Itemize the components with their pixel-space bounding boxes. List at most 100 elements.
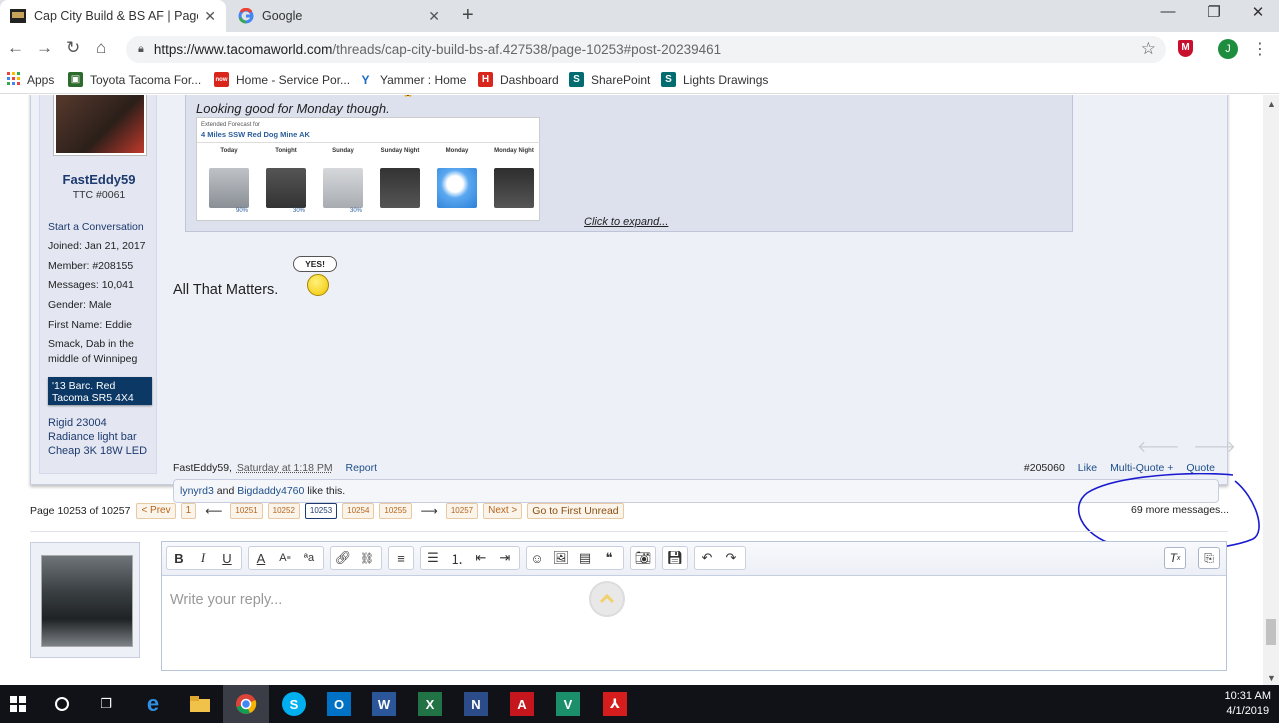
mcafee-extension-icon[interactable]: M [1178,40,1193,57]
excel-icon[interactable]: X [418,692,442,716]
navisworks-icon[interactable]: N [464,692,488,716]
windows-start-icon[interactable] [6,692,30,716]
bookmark-sharepoint[interactable]: S SharePoint [569,72,650,87]
bookmark-yammer[interactable]: Y Yammer : Home [358,72,466,87]
avatar[interactable] [54,95,146,155]
acrobat-icon[interactable]: ⅄ [603,692,627,716]
smiley-icon[interactable]: ☺ [526,547,548,569]
link-icon[interactable]: 🔗︎ [332,547,354,569]
tab-google[interactable]: Google ✕ [228,0,450,32]
page-button[interactable]: 10254 [342,503,375,519]
image-icon[interactable]: 🖼︎ [550,547,572,569]
undo-icon[interactable]: ↶ [696,547,718,569]
post-number[interactable]: #205060 [1024,462,1065,474]
next-post-arrow-icon[interactable]: 🡒 [1193,436,1236,457]
chrome-taskbar-icon[interactable] [223,685,269,723]
bookmark-label: Lights Drawings [683,72,769,87]
close-icon[interactable]: ✕ [204,8,216,25]
page-button[interactable]: 10255 [379,503,412,519]
prev-post-arrow-icon[interactable]: 🡐 [1137,436,1180,457]
indent-icon[interactable]: ⇥ [494,547,516,569]
like-user-link[interactable]: Bigdaddy4760 [237,485,304,497]
prev-page-button[interactable]: < Prev [136,503,176,519]
menu-kebab-icon[interactable]: ⋮ [1252,39,1268,59]
forecast-image[interactable]: Extended Forecast for 4 Miles SSW Red Do… [196,117,541,221]
skip-right-arrow-icon[interactable]: ⟶ [421,504,438,518]
forecast-day: Today 90% [204,148,254,214]
save-draft-icon[interactable]: 💾︎ [664,547,686,569]
bookmark-service-portal[interactable]: now Home - Service Por... [214,72,350,87]
bullet-list-icon[interactable]: ☰ [422,547,444,569]
new-tab-icon[interactable]: + [462,4,474,27]
first-unread-button[interactable]: Go to First Unread [527,503,624,519]
file-explorer-icon[interactable] [188,692,212,716]
like-user-link[interactable]: lynyrd3 [180,485,214,497]
first-page-button[interactable]: 1 [180,503,197,519]
word-icon[interactable]: W [372,692,396,716]
align-icon[interactable]: ≡ [390,547,412,569]
page-button[interactable]: 10252 [267,503,300,519]
unlink-icon[interactable]: ⛓︎ [356,547,378,569]
camera-icon[interactable]: 📷︎ [632,547,654,569]
redo-icon[interactable]: ↷ [720,547,742,569]
italic-icon[interactable]: I [192,547,214,569]
bookmark-star-icon[interactable]: ☆ [1141,39,1156,59]
minimize-icon[interactable]: — [1145,3,1191,20]
skype-icon[interactable]: S [282,692,306,716]
current-page-button[interactable]: 10253 [304,503,338,519]
toggle-bbcode-icon[interactable]: ⎘ [1198,547,1220,569]
username[interactable]: FastEddy59 [40,172,158,187]
avatar[interactable] [41,555,133,647]
font-size-icon[interactable]: A ≡ [274,547,296,569]
reload-icon[interactable]: ↻ [66,38,80,58]
bookmark-toyota-tacoma[interactable]: ▣ Toyota Tacoma For... [68,72,201,87]
edge-icon[interactable]: e [141,691,165,716]
font-family-icon[interactable]: ªa [298,547,320,569]
profile-avatar[interactable]: J [1218,39,1238,59]
bookmark-label: Home - Service Por... [236,72,351,87]
click-to-expand-link[interactable]: Click to expand... [584,216,668,228]
back-icon[interactable]: ← [7,38,24,58]
post-date[interactable]: Saturday at 1:18 PM [237,462,333,474]
close-icon[interactable]: ✕ [428,8,440,25]
post-author[interactable]: FastEddy59, [173,462,232,474]
tab-cap-city[interactable]: Cap City Build & BS AF | Page 10 ✕ [0,0,226,32]
outdent-icon[interactable]: ⇤ [470,547,492,569]
page-scrollbar[interactable]: ▲ ▼ [1263,95,1279,685]
skip-left-arrow-icon[interactable]: ⟵ [205,504,222,518]
underline-icon[interactable]: U [216,547,238,569]
task-view-icon[interactable]: ❐ [94,692,118,716]
window-close-icon[interactable]: ✕ [1235,3,1279,21]
restore-icon[interactable]: ❐ [1191,3,1237,21]
text-color-icon[interactable]: A [250,547,272,569]
next-page-button[interactable]: Next > [483,503,523,519]
vehicle-badge: '13 Barc. Red Tacoma SR5 4X4 [48,377,152,405]
reply-placeholder[interactable]: Write your reply... [170,592,282,608]
scroll-to-top-button[interactable] [589,581,625,617]
scroll-up-icon[interactable]: ▲ [1267,99,1276,109]
bookmark-apps[interactable]: Apps [7,72,54,88]
cortana-search-icon[interactable] [50,692,74,716]
forward-icon[interactable]: → [36,38,53,58]
bold-icon[interactable]: B [168,547,190,569]
remove-format-icon[interactable]: Tx [1164,547,1186,569]
autocad-icon[interactable]: A [510,692,534,716]
numbered-list-icon[interactable]: ⒈ [446,547,468,569]
page-button[interactable]: 10251 [230,503,263,519]
visio-icon[interactable]: V [556,692,580,716]
servicenow-favicon: now [214,72,229,87]
clock-time: 10:31 AM [1224,690,1271,702]
start-conversation-link[interactable]: Start a Conversation [48,221,144,233]
home-icon[interactable]: ⌂ [96,38,106,58]
media-icon[interactable]: ▤ [574,547,596,569]
outlook-icon[interactable]: O [327,692,351,716]
quote-insert-icon[interactable]: ❝ [598,547,620,569]
last-page-button[interactable]: 10257 [445,503,479,519]
bookmark-lights-drawings[interactable]: S Lights Drawings [661,72,768,87]
system-clock[interactable]: 10:31 AM 4/1/2019 [1225,689,1271,719]
scroll-thumb[interactable] [1266,619,1276,645]
bookmark-dashboard[interactable]: H Dashboard [478,72,559,87]
report-link[interactable]: Report [346,462,378,474]
url-field[interactable]: 🔒︎ https://www.tacomaworld.com/threads/c… [126,36,1166,63]
scroll-down-icon[interactable]: ▼ [1267,673,1276,683]
